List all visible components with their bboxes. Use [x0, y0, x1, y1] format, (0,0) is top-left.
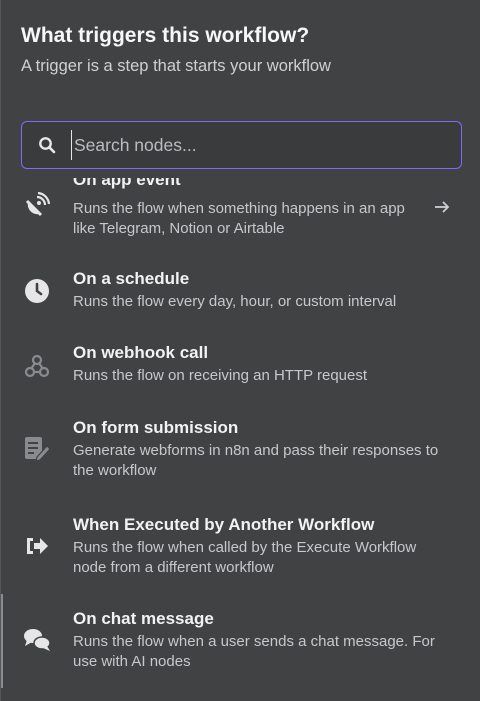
trigger-description: Runs the flow on receiving an HTTP reque…: [73, 367, 368, 384]
trigger-name: On app event: [73, 178, 181, 189]
trigger-item-chat[interactable]: On chat message Runs the flow when a use…: [1, 598, 480, 678]
search-icon: [37, 135, 57, 155]
search-input[interactable]: [71, 130, 461, 160]
trigger-description: Runs the flow every day, hour, or custom…: [73, 293, 397, 310]
trigger-item-app-event[interactable]: On app event Runs the flow when somethin…: [1, 178, 480, 250]
panel-title: What triggers this workflow?: [21, 24, 310, 47]
trigger-item-execute-workflow[interactable]: When Executed by Another Workflow Runs t…: [1, 504, 480, 584]
trigger-name: When Executed by Another Workflow: [73, 515, 375, 534]
active-item-indicator: [1, 594, 3, 688]
trigger-name: On form submission: [73, 418, 239, 437]
search-box[interactable]: [21, 121, 462, 169]
trigger-item-webhook[interactable]: On webhook call Runs the flow on receivi…: [1, 336, 480, 396]
panel-subtitle: A trigger is a step that starts your wor…: [21, 57, 331, 75]
trigger-item-schedule[interactable]: On a schedule Runs the flow every day, h…: [1, 262, 480, 322]
trigger-list: On app event Runs the flow when somethin…: [1, 178, 480, 701]
trigger-name: On a schedule: [73, 269, 190, 288]
panel-header: What triggers this workflow? A trigger i…: [21, 22, 460, 77]
trigger-name: On chat message: [73, 609, 214, 628]
trigger-name: On webhook call: [73, 343, 209, 362]
form-pen-icon: [21, 433, 53, 465]
chat-bubbles-icon: [21, 624, 53, 656]
clock-icon: [21, 275, 53, 307]
arrow-right-icon: [433, 198, 451, 216]
node-creator-panel: What triggers this workflow? A trigger i…: [0, 0, 480, 701]
trigger-item-form[interactable]: On form submission Generate webforms in …: [1, 410, 480, 490]
trigger-description: Runs the flow when a user sends a chat m…: [73, 633, 435, 670]
sign-in-icon: [21, 530, 53, 562]
trigger-description: Runs the flow when something happens in …: [73, 200, 405, 237]
trigger-description: Runs the flow when called by the Execute…: [73, 539, 417, 576]
trigger-description: Generate webforms in n8n and pass their …: [73, 442, 439, 479]
webhook-icon: [21, 350, 53, 382]
satellite-dish-icon: [21, 189, 53, 221]
